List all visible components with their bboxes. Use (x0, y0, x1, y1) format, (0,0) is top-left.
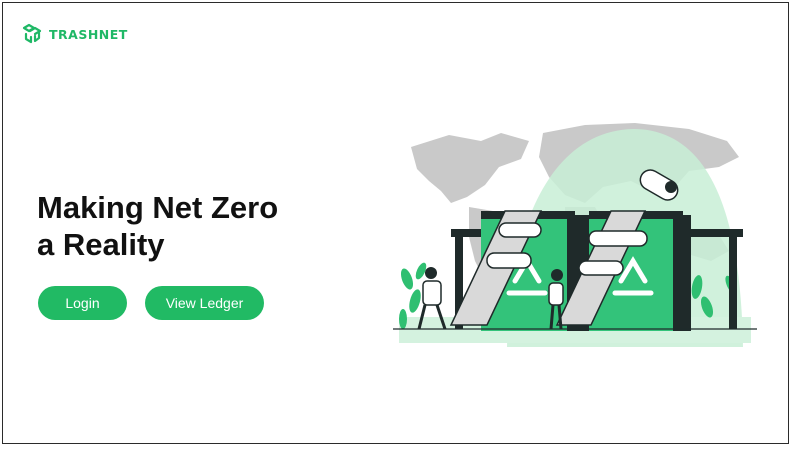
recycling-conveyor-illustration (393, 123, 757, 347)
login-button[interactable]: Login (38, 286, 127, 320)
recycle-cube-icon (22, 23, 42, 44)
brand-logo[interactable]: TRASHNET (21, 23, 128, 45)
headline-line-2: a Reality (37, 227, 165, 262)
view-ledger-button[interactable]: View Ledger (145, 286, 264, 320)
brand-name: TRASHNET (49, 26, 128, 42)
page-frame: TRASHNET Making Net Zero a Reality Login… (2, 2, 789, 444)
headline-line-1: Making Net Zero (37, 190, 279, 225)
hero-headline: Making Net Zero a Reality (37, 189, 278, 263)
